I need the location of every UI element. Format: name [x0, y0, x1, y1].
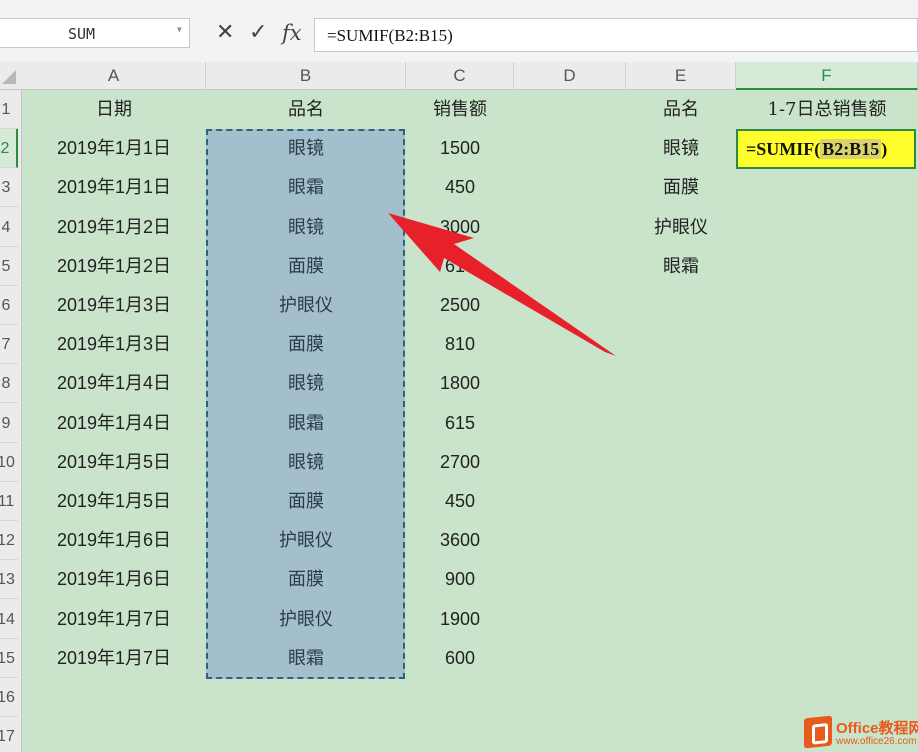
row-header-15[interactable]: 15 — [0, 639, 18, 678]
row-header-6[interactable]: 6 — [0, 286, 18, 325]
cell-date[interactable]: 2019年1月5日 — [22, 443, 206, 482]
formula-suffix: ) — [881, 139, 888, 159]
cell-product[interactable]: 护眼仪 — [206, 286, 406, 325]
column-header-b[interactable]: B — [206, 62, 406, 90]
cell-product[interactable]: 眼镜 — [206, 364, 406, 403]
cell-summary-product[interactable]: 眼镜 — [626, 129, 736, 168]
cell-date[interactable]: 2019年1月2日 — [22, 247, 206, 286]
row-header-5[interactable]: 5 — [0, 247, 18, 286]
cell-sales[interactable]: 1800 — [406, 364, 514, 403]
cell-sales[interactable]: 615 — [406, 247, 514, 286]
cell-sales[interactable]: 810 — [406, 325, 514, 364]
row-header-2[interactable]: 2 — [0, 129, 18, 169]
cell-sales[interactable]: 900 — [406, 560, 514, 599]
cell-product[interactable]: 眼霜 — [206, 168, 406, 207]
formula-text: =SUMIF(B2:B15) — [327, 26, 453, 45]
cell-sales[interactable]: 3000 — [406, 208, 514, 247]
chevron-down-icon[interactable]: ▾ — [176, 22, 183, 36]
watermark-name: Office教程网 — [836, 720, 918, 737]
cell-date[interactable]: 2019年1月4日 — [22, 364, 206, 403]
cell-date[interactable]: 2019年1月3日 — [22, 325, 206, 364]
cell-product[interactable]: 眼镜 — [206, 208, 406, 247]
cell-sales[interactable]: 1900 — [406, 600, 514, 639]
row-header-10[interactable]: 10 — [0, 443, 18, 482]
column-header-f[interactable]: F — [736, 62, 918, 90]
cell-grid[interactable]: 日期 品名 销售额 品名 1-7日总销售额 2019年1月1日 眼镜 1500 2019年1月1… — [22, 90, 918, 752]
cell-date[interactable]: 2019年1月7日 — [22, 600, 206, 639]
row-header-7[interactable]: 7 — [0, 325, 18, 365]
cell-sales[interactable]: 615 — [406, 404, 514, 443]
row-header-8[interactable]: 8 — [0, 364, 18, 404]
cell-date[interactable]: 2019年1月3日 — [22, 286, 206, 325]
name-box-value: SUM — [68, 25, 96, 43]
column-header-e[interactable]: E — [626, 62, 736, 90]
column-header-d[interactable]: D — [514, 62, 626, 90]
cell-sales[interactable]: 600 — [406, 639, 514, 678]
office-logo-icon — [804, 715, 832, 749]
cell-product[interactable]: 眼镜 — [206, 129, 406, 168]
cell-date[interactable]: 2019年1月4日 — [22, 404, 206, 443]
name-box[interactable]: SUM ▾ — [0, 18, 190, 48]
cell-date[interactable]: 2019年1月1日 — [22, 129, 206, 168]
cell-sales[interactable]: 2500 — [406, 286, 514, 325]
formula-bar: SUM ▾ ✕ ✓ fx =SUMIF(B2:B15) — [0, 0, 918, 62]
cell-summary-product[interactable]: 护眼仪 — [626, 208, 736, 247]
cell-date[interactable]: 2019年1月7日 — [22, 639, 206, 678]
column-header-a[interactable]: A — [22, 62, 206, 90]
row-header-3[interactable]: 3 — [0, 168, 18, 208]
cell-product[interactable]: 眼霜 — [206, 404, 406, 443]
cell-b1-header: 品名 — [288, 99, 324, 120]
row-header-4[interactable]: 4 — [0, 208, 18, 247]
cell-sales[interactable]: 3600 — [406, 521, 514, 560]
cell-summary-product[interactable]: 面膜 — [626, 168, 736, 207]
row-header-9[interactable]: 9 — [0, 404, 18, 443]
cell-sales[interactable]: 2700 — [406, 443, 514, 482]
row-header-11[interactable]: 11 — [0, 482, 18, 521]
cell-sales[interactable]: 450 — [406, 168, 514, 207]
cell-product[interactable]: 护眼仪 — [206, 600, 406, 639]
row-header: 1234567891011121314151617 — [0, 90, 22, 752]
cell-date[interactable]: 2019年1月5日 — [22, 482, 206, 521]
cell-product[interactable]: 面膜 — [206, 247, 406, 286]
cell-product[interactable]: 眼镜 — [206, 443, 406, 482]
row-header-13[interactable]: 13 — [0, 560, 18, 600]
confirm-icon[interactable]: ✓ — [249, 18, 267, 48]
cell-date[interactable]: 2019年1月2日 — [22, 208, 206, 247]
cell-a1-header: 日期 — [96, 99, 132, 120]
row-header-16[interactable]: 16 — [0, 678, 18, 717]
row-header-14[interactable]: 14 — [0, 600, 18, 639]
cell-f1-header: 1-7日总销售额 — [767, 99, 887, 120]
active-cell-f2[interactable]: =SUMIF(B2:B15) — [736, 129, 916, 169]
formula-range-ref: B2:B15 — [820, 139, 882, 159]
column-header-c[interactable]: C — [406, 62, 514, 90]
function-icon[interactable]: fx — [282, 18, 302, 48]
formula-input[interactable]: =SUMIF(B2:B15) — [314, 18, 918, 52]
cell-product[interactable]: 面膜 — [206, 325, 406, 364]
column-header: ABCDEF — [0, 62, 918, 90]
cell-product[interactable]: 面膜 — [206, 482, 406, 521]
cell-product[interactable]: 面膜 — [206, 560, 406, 599]
watermark-url: www.office26.com — [836, 736, 917, 747]
select-all-corner[interactable] — [2, 70, 16, 84]
watermark: Office教程网 www.office26.com — [804, 715, 918, 752]
cell-date[interactable]: 2019年1月1日 — [22, 168, 206, 207]
cell-date[interactable]: 2019年1月6日 — [22, 560, 206, 599]
cell-c1-header: 销售额 — [433, 99, 487, 120]
cell-date[interactable]: 2019年1月6日 — [22, 521, 206, 560]
cell-product[interactable]: 眼霜 — [206, 639, 406, 678]
cell-product[interactable]: 护眼仪 — [206, 521, 406, 560]
cell-summary-product[interactable]: 眼霜 — [626, 247, 736, 286]
cell-e1-header: 品名 — [663, 99, 699, 120]
cell-sales[interactable]: 450 — [406, 482, 514, 521]
formula-prefix: =SUMIF( — [746, 139, 821, 159]
cancel-icon[interactable]: ✕ — [216, 18, 234, 48]
cell-sales[interactable]: 1500 — [406, 129, 514, 168]
row-header-12[interactable]: 12 — [0, 521, 18, 561]
row-header-1[interactable]: 1 — [0, 90, 18, 129]
row-header-17[interactable]: 17 — [0, 717, 18, 752]
